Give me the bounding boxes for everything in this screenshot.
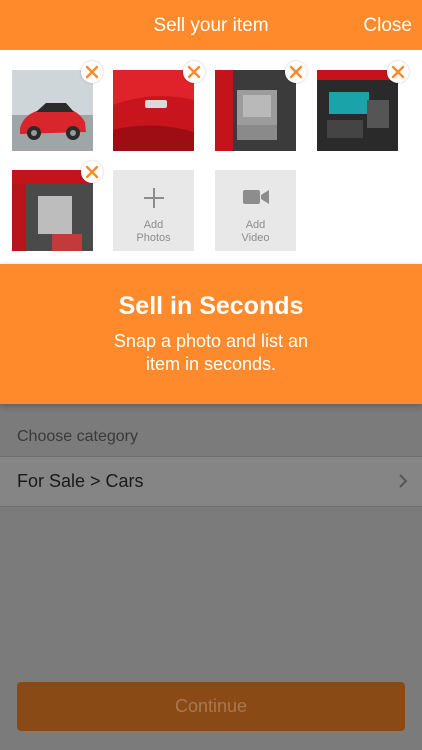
banner-subtitle: Snap a photo and list an item in seconds…	[113, 331, 309, 374]
sell-in-seconds-banner: Sell in Seconds Snap a photo and list an…	[0, 264, 422, 404]
banner-heading: Sell in Seconds	[118, 292, 304, 320]
category-selector[interactable]: For Sale > Cars	[0, 456, 422, 507]
photo-thumbnail-seats[interactable]	[215, 70, 296, 151]
close-x-icon	[391, 65, 405, 79]
close-x-icon	[289, 65, 303, 79]
add-photos-label: Add	[143, 219, 164, 231]
close-x-icon	[187, 65, 201, 79]
close-button[interactable]: Close	[363, 15, 412, 37]
category-value: For Sale > Cars	[17, 471, 144, 491]
close-x-icon	[85, 65, 99, 79]
photo-thumbnail-engine[interactable]	[317, 70, 398, 151]
remove-photo-button[interactable]	[81, 61, 103, 83]
continue-button[interactable]: Continue	[17, 682, 405, 731]
remove-photo-button[interactable]	[285, 61, 307, 83]
photo-thumbnail-badge[interactable]	[113, 70, 194, 151]
remove-photo-button[interactable]	[387, 61, 409, 83]
plus-icon	[143, 188, 164, 208]
add-photos-label: Photos	[136, 232, 171, 244]
page-title: Sell your item	[153, 15, 269, 36]
close-x-icon	[85, 165, 99, 179]
photo-grid: Add Photos Add Video	[0, 50, 422, 264]
chevron-right-icon	[399, 474, 408, 488]
add-photos-button[interactable]: Add Photos	[113, 170, 194, 251]
remove-photo-button[interactable]	[81, 161, 103, 183]
remove-photo-button[interactable]	[183, 61, 205, 83]
add-video-label: Video	[241, 232, 270, 244]
continue-label: Continue	[174, 696, 248, 716]
choose-category-label: Choose category	[17, 428, 138, 445]
top-bar: Sell your item Close	[0, 0, 422, 50]
add-video-button[interactable]: Add Video	[215, 170, 296, 251]
add-video-label: Add	[245, 219, 266, 231]
video-camera-icon	[242, 190, 269, 204]
